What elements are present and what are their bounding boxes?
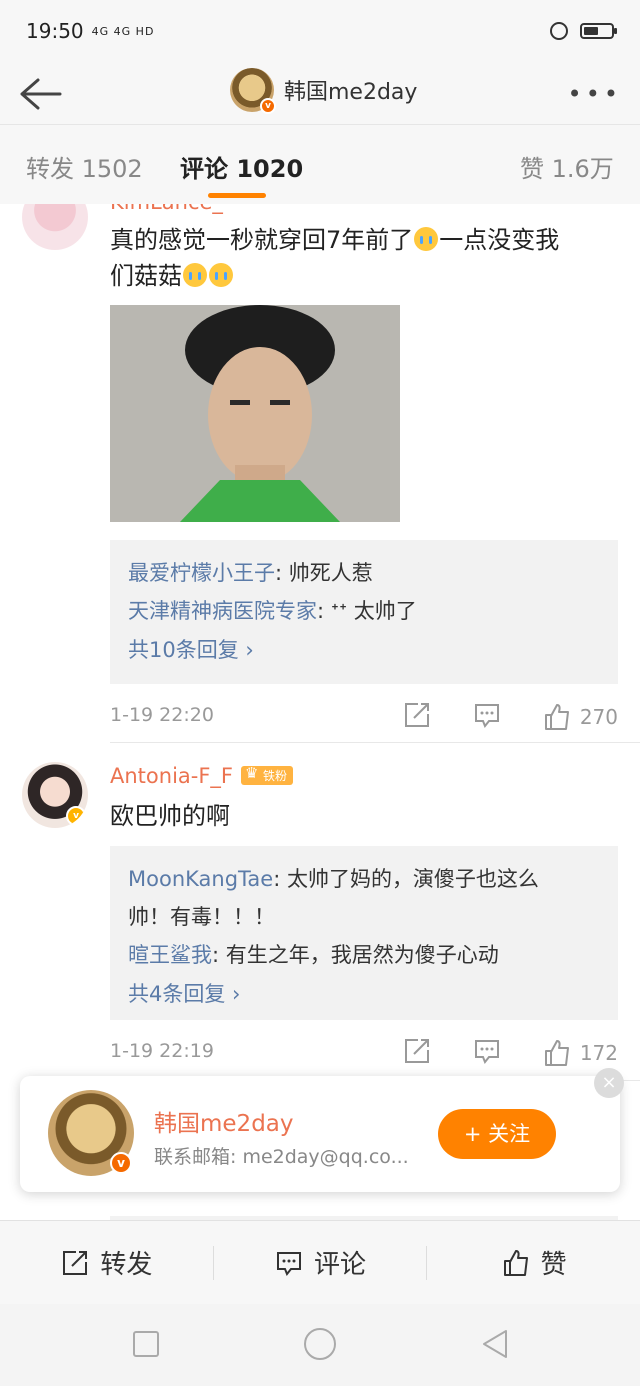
account-name[interactable]: 韩国me2day	[154, 1104, 294, 1138]
comment-header: Antonia-F_F 铁粉	[110, 764, 294, 788]
reply-text: : ᐩᐩ 太帅了	[317, 599, 417, 623]
reply-text: : 帅死人惹	[275, 561, 373, 585]
comment-label: 评论	[314, 1250, 367, 1280]
view-all-replies-link[interactable]: 共4条回复 ›	[128, 974, 600, 1014]
reply-text: 帅！有毒！！！	[128, 905, 275, 929]
comment-text: 真的感觉一秒就穿回7年前了 一点没变我 们菇菇	[110, 222, 610, 294]
verified-icon: v	[260, 98, 276, 114]
status-time: 19:50	[26, 19, 84, 43]
comment-text: 欧巴帅的啊	[110, 802, 230, 830]
divider	[110, 742, 640, 743]
battery-icon	[580, 23, 617, 39]
avatar: v	[230, 68, 276, 114]
reply-username[interactable]: 天津精神病医院专家	[128, 599, 317, 623]
reply-username[interactable]: 最爱柠檬小王子	[128, 561, 275, 585]
tab-bar: 转发 1502 评论 1020 赞 1.6万	[0, 124, 640, 204]
avatar[interactable]	[22, 204, 88, 250]
thumbs-up-icon	[544, 1040, 569, 1066]
thumbs-up-icon	[544, 704, 569, 730]
tab-comments[interactable]: 评论 1020	[180, 149, 303, 184]
reply-username[interactable]: MoonKangTae	[128, 867, 273, 891]
follow-suggestion-card[interactable]: v 韩国me2day 联系邮箱: me2day@qq.co... + 关注 ×	[20, 1068, 624, 1192]
comment-username[interactable]: KimLance_	[110, 204, 223, 214]
verified-icon: v	[66, 806, 86, 826]
comment-photo[interactable]	[110, 305, 400, 522]
back-arrow-icon[interactable]	[18, 74, 62, 114]
follow-button[interactable]: + 关注	[438, 1109, 556, 1159]
like-button[interactable]: 赞	[427, 1244, 640, 1281]
close-icon[interactable]: ×	[594, 1068, 624, 1098]
repost-icon	[63, 1250, 88, 1275]
like-label: 赞	[540, 1250, 567, 1280]
reply-preview[interactable]: MoonKangTae: 太帅了妈的，演傻子也这么帅！有毒！！！ 暄王鲨我: 有…	[110, 846, 618, 1020]
home-icon[interactable]	[304, 1328, 336, 1360]
reply-username[interactable]: 暄王鲨我	[128, 943, 212, 967]
status-bar: 19:50 4G 4G HD	[0, 0, 640, 62]
reply-item: 天津精神病医院专家: ᐩᐩ 太帅了	[128, 592, 600, 630]
comment-list[interactable]: KimLance_ 真的感觉一秒就穿回7年前了一点没变我 们菇菇 最爱柠檬小王子…	[0, 204, 640, 1220]
reply-icon[interactable]	[472, 700, 502, 734]
fan-badge: 铁粉	[241, 764, 294, 785]
system-nav-bar	[0, 1304, 640, 1386]
bottom-action-bar: 转发 评论 赞	[0, 1220, 640, 1304]
crying-emoji-icon	[183, 263, 207, 287]
reply-preview[interactable]: 最爱柠檬小王子: 帅死人惹 天津精神病医院专家: ᐩᐩ 太帅了 共10条回复 ›	[110, 540, 618, 684]
comment-text-part: 们菇菇	[110, 262, 182, 290]
comment-time: 1-19 22:19	[110, 1040, 214, 1062]
reply-item: MoonKangTae: 太帅了妈的，演傻子也这么帅！有毒！！！	[128, 860, 600, 936]
back-triangle-icon[interactable]	[480, 1328, 510, 1360]
status-right	[550, 22, 617, 40]
recent-apps-icon[interactable]	[133, 1331, 159, 1357]
like-count: 172	[579, 1041, 618, 1065]
verified-icon: v	[110, 1152, 132, 1174]
account-email: 联系邮箱: me2day@qq.co...	[154, 1146, 409, 1168]
comment-actions: 172	[402, 1036, 618, 1070]
like-count: 270	[579, 705, 618, 729]
comment-actions: 270	[402, 700, 618, 734]
like-button[interactable]: 270	[542, 702, 618, 732]
active-tab-indicator	[208, 193, 266, 198]
reply-item: 最爱柠檬小王子: 帅死人惹	[128, 554, 600, 592]
avatar[interactable]: v	[22, 762, 88, 828]
reply-item: 暄王鲨我: 有生之年，我居然为傻子心动	[128, 936, 600, 974]
more-options-icon[interactable]: •••	[568, 80, 622, 108]
comment-button[interactable]: 评论	[214, 1244, 427, 1281]
comment-text-part: 一点没变我	[439, 226, 560, 254]
share-icon[interactable]	[402, 1036, 432, 1070]
page-title: 韩国me2day	[284, 80, 418, 105]
like-button[interactable]: 172	[542, 1038, 618, 1068]
comment-icon	[277, 1251, 301, 1276]
comment-username[interactable]: Antonia-F_F	[110, 764, 233, 788]
view-all-replies-link[interactable]: 共10条回复 ›	[128, 630, 600, 670]
top-nav: v 韩国me2day •••	[0, 62, 640, 124]
reply-icon[interactable]	[472, 1036, 502, 1070]
crying-emoji-icon	[209, 263, 233, 287]
repost-label: 转发	[100, 1250, 153, 1280]
signal-indicator: 4G 4G HD	[91, 24, 155, 38]
comment-time: 1-19 22:20	[110, 704, 214, 726]
avatar[interactable]: v	[48, 1090, 134, 1176]
thumbs-up-icon	[503, 1249, 528, 1276]
crying-emoji-icon	[414, 227, 439, 251]
tab-likes[interactable]: 赞 1.6万	[520, 149, 614, 184]
comment-text-part: 真的感觉一秒就穿回7年前了	[110, 226, 414, 254]
rotation-lock-icon	[550, 22, 568, 40]
tab-repost[interactable]: 转发 1502	[26, 149, 143, 184]
reply-text: : 太帅了妈的，演傻子也这么	[273, 867, 539, 891]
reply-text: : 有生之年，我居然为傻子心动	[212, 943, 499, 967]
share-icon[interactable]	[402, 700, 432, 734]
repost-button[interactable]: 转发	[0, 1244, 213, 1281]
nav-account[interactable]: v 韩国me2day	[230, 68, 418, 114]
